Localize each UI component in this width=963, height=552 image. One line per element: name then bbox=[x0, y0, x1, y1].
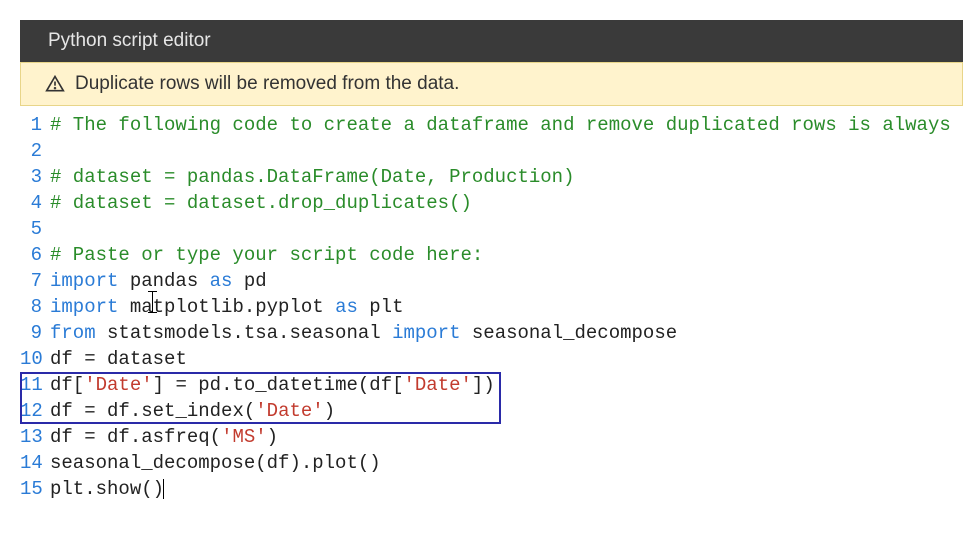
warning-bar: Duplicate rows will be removed from the … bbox=[20, 62, 963, 106]
line-number: 2 bbox=[20, 138, 50, 164]
code-line[interactable]: 12df = df.set_index('Date') bbox=[20, 398, 963, 424]
code-line[interactable]: 2 bbox=[20, 138, 963, 164]
code-line[interactable]: 15plt.show() bbox=[20, 476, 963, 502]
line-number: 10 bbox=[20, 346, 50, 372]
code-content[interactable] bbox=[50, 216, 963, 242]
code-line[interactable]: 13df = df.asfreq('MS') bbox=[20, 424, 963, 450]
code-content[interactable]: import pandas as pd bbox=[50, 268, 963, 294]
line-number: 6 bbox=[20, 242, 50, 268]
code-content[interactable]: # dataset = dataset.drop_duplicates() bbox=[50, 190, 963, 216]
text-cursor bbox=[163, 479, 164, 499]
code-content[interactable]: seasonal_decompose(df).plot() bbox=[50, 450, 963, 476]
code-content[interactable]: # The following code to create a datafra… bbox=[50, 112, 963, 138]
code-content[interactable]: # Paste or type your script code here: bbox=[50, 242, 963, 268]
line-number: 1 bbox=[20, 112, 50, 138]
code-content[interactable]: from statsmodels.tsa.seasonal import sea… bbox=[50, 320, 963, 346]
line-number: 11 bbox=[20, 372, 50, 398]
code-line[interactable]: 7import pandas as pd bbox=[20, 268, 963, 294]
line-number: 14 bbox=[20, 450, 50, 476]
code-line[interactable]: 14seasonal_decompose(df).plot() bbox=[20, 450, 963, 476]
code-line[interactable]: 5 bbox=[20, 216, 963, 242]
code-line[interactable]: 3# dataset = pandas.DataFrame(Date, Prod… bbox=[20, 164, 963, 190]
code-content[interactable]: df = df.asfreq('MS') bbox=[50, 424, 963, 450]
code-content[interactable]: plt.show() bbox=[50, 476, 963, 502]
line-number: 15 bbox=[20, 476, 50, 502]
line-number: 9 bbox=[20, 320, 50, 346]
line-number: 8 bbox=[20, 294, 50, 320]
code-line[interactable]: 8import matplotlib.pyplot as plt bbox=[20, 294, 963, 320]
code-editor[interactable]: 1# The following code to create a datafr… bbox=[20, 106, 963, 502]
code-line[interactable]: 1# The following code to create a datafr… bbox=[20, 112, 963, 138]
code-line[interactable]: 9from statsmodels.tsa.seasonal import se… bbox=[20, 320, 963, 346]
code-line[interactable]: 11df['Date'] = pd.to_datetime(df['Date']… bbox=[20, 372, 963, 398]
code-content[interactable]: # dataset = pandas.DataFrame(Date, Produ… bbox=[50, 164, 963, 190]
warning-triangle-icon bbox=[45, 74, 65, 94]
line-number: 7 bbox=[20, 268, 50, 294]
code-content[interactable]: df['Date'] = pd.to_datetime(df['Date']) bbox=[50, 372, 963, 398]
code-line[interactable]: 4# dataset = dataset.drop_duplicates() bbox=[20, 190, 963, 216]
code-line[interactable]: 10df = dataset bbox=[20, 346, 963, 372]
warning-text: Duplicate rows will be removed from the … bbox=[75, 73, 459, 95]
code-content[interactable] bbox=[50, 138, 963, 164]
code-content[interactable]: df = dataset bbox=[50, 346, 963, 372]
editor-title: Python script editor bbox=[48, 30, 211, 51]
code-content[interactable]: import matplotlib.pyplot as plt bbox=[50, 294, 963, 320]
editor-header: Python script editor bbox=[20, 20, 963, 62]
line-number: 3 bbox=[20, 164, 50, 190]
line-number: 5 bbox=[20, 216, 50, 242]
line-number: 13 bbox=[20, 424, 50, 450]
code-content[interactable]: df = df.set_index('Date') bbox=[50, 398, 963, 424]
line-number: 4 bbox=[20, 190, 50, 216]
line-number: 12 bbox=[20, 398, 50, 424]
code-line[interactable]: 6# Paste or type your script code here: bbox=[20, 242, 963, 268]
